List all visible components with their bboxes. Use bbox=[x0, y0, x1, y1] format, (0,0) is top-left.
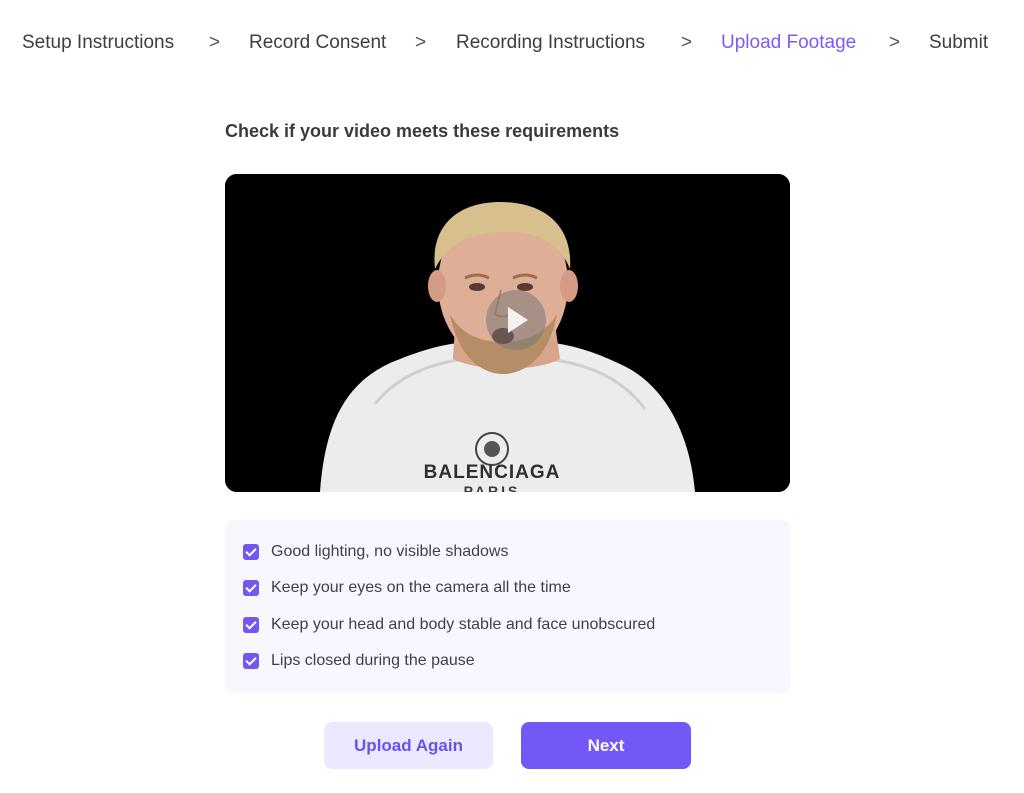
play-button[interactable] bbox=[486, 290, 546, 350]
next-button[interactable]: Next bbox=[521, 722, 691, 769]
checkbox-checked-icon[interactable] bbox=[243, 580, 259, 596]
step-separator: > bbox=[209, 32, 221, 53]
video-player[interactable]: BALENCIAGA PARIS bbox=[225, 174, 790, 492]
shirt-logo-subtext: PARIS bbox=[464, 483, 521, 492]
requirement-good-lighting[interactable]: Good lighting, no visible shadows bbox=[243, 541, 508, 563]
requirement-label: Good lighting, no visible shadows bbox=[271, 543, 509, 560]
play-icon bbox=[508, 307, 528, 333]
checkbox-checked-icon[interactable] bbox=[243, 544, 259, 560]
upload-again-button[interactable]: Upload Again bbox=[324, 722, 493, 769]
step-separator: > bbox=[889, 32, 901, 53]
checkbox-checked-icon[interactable] bbox=[243, 653, 259, 669]
progress-stepper: Setup Instructions > Record Consent > Re… bbox=[22, 30, 1002, 56]
step-separator: > bbox=[681, 32, 693, 53]
step-submit[interactable]: Submit bbox=[929, 32, 988, 54]
checkbox-checked-icon[interactable] bbox=[243, 617, 259, 633]
step-upload-footage[interactable]: Upload Footage bbox=[721, 32, 856, 54]
step-record-consent[interactable]: Record Consent bbox=[249, 32, 386, 54]
requirement-head-stable[interactable]: Keep your head and body stable and face … bbox=[243, 614, 655, 636]
requirement-label: Keep your eyes on the camera all the tim… bbox=[271, 579, 571, 596]
shirt-logo-text: BALENCIAGA bbox=[424, 462, 561, 483]
page-heading: Check if your video meets these requirem… bbox=[225, 121, 620, 141]
step-recording-instructions[interactable]: Recording Instructions bbox=[456, 32, 645, 54]
requirement-label: Keep your head and body stable and face … bbox=[271, 616, 656, 633]
step-setup-instructions[interactable]: Setup Instructions bbox=[22, 32, 174, 54]
requirement-label: Lips closed during the pause bbox=[271, 652, 475, 669]
requirements-checklist: Good lighting, no visible shadows Keep y… bbox=[225, 520, 790, 693]
requirement-lips-closed[interactable]: Lips closed during the pause bbox=[243, 650, 475, 672]
step-separator: > bbox=[415, 32, 427, 53]
requirement-eyes-on-camera[interactable]: Keep your eyes on the camera all the tim… bbox=[243, 577, 571, 599]
